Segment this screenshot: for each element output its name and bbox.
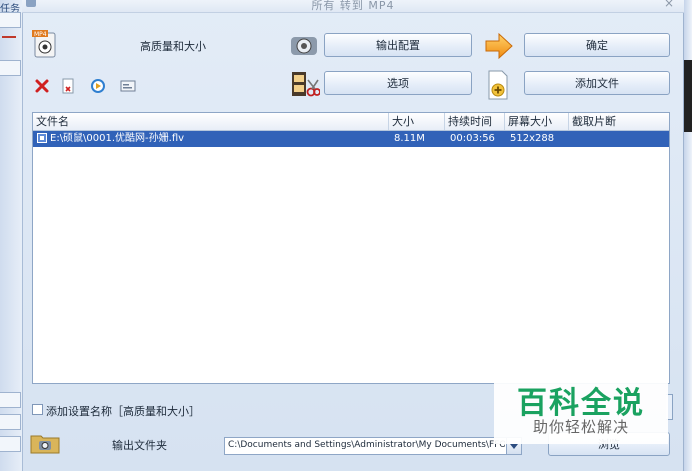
output-folder-label: 输出文件夹 [112,439,167,452]
background-tab[interactable] [0,436,21,452]
add-setting-name-checkbox[interactable] [32,404,43,415]
window-title: 所有 转到 MP4 [311,0,395,12]
row-file-icon [37,133,47,143]
watermark: 百科全说 助你轻松解决 [494,370,668,444]
add-setting-name-label: 添加设置名称［高质量和大小］ [46,405,200,418]
background-tab[interactable] [0,60,21,76]
svg-text:MP4: MP4 [34,31,47,38]
arrow-right-icon [485,32,513,60]
options-button[interactable]: 选项 [324,71,472,95]
cell-size: 8.11M [394,133,425,144]
background-divider [2,36,16,38]
table-header: 文件名 大小 持续时间 屏幕大小 截取片断 [33,113,669,131]
background-tab[interactable] [0,12,21,28]
background-tab[interactable] [0,414,21,430]
ok-button[interactable]: 确定 [524,33,670,57]
add-file-icon [488,70,508,100]
watermark-subtitle: 助你轻松解决 [532,418,629,436]
cell-screen-size: 512x288 [510,133,555,144]
column-header-screen-size[interactable]: 屏幕大小 [505,113,569,130]
output-config-icon [291,37,317,55]
cell-duration: 00:03:56 [450,133,495,144]
media-info-icon[interactable] [120,78,136,94]
film-scissors-icon [292,72,320,97]
remove-file-icon[interactable] [60,78,76,94]
close-button[interactable]: × [664,0,674,10]
column-header-duration[interactable]: 持续时间 [445,113,505,130]
column-header-clip[interactable]: 截取片断 [569,113,669,130]
background-tab[interactable] [0,392,21,408]
column-header-size[interactable]: 大小 [389,113,445,130]
title-bar: 所有 转到 MP4 × [22,0,684,13]
cell-filename: E:\硕鼠\0001.优酷网-孙姗.flv [50,133,185,144]
background-app-strip: 任务 [0,0,23,471]
output-path-value: C:\Documents and Settings\Administrator\… [228,440,505,450]
table-row[interactable]: E:\硕鼠\0001.优酷网-孙姗.flv 8.11M 00:03:56 512… [33,131,669,147]
column-header-filename[interactable]: 文件名 [33,113,389,130]
add-file-button[interactable]: 添加文件 [524,71,670,95]
mp4-profile-icon[interactable]: MP4 [32,30,58,58]
output-config-button[interactable]: 输出配置 [324,33,472,57]
play-preview-icon[interactable] [90,78,106,94]
background-app-right [683,0,692,471]
cell-clip [571,131,669,147]
delete-icon[interactable] [34,78,50,94]
file-list-table[interactable]: 文件名 大小 持续时间 屏幕大小 截取片断 E:\硕鼠\0001.优酷网-孙姗.… [32,112,670,384]
profile-label: 高质量和大小 [140,40,206,53]
output-path-select[interactable]: C:\Documents and Settings\Administrator\… [224,437,522,455]
main-window: 任务 所有 转到 MP4 × MP4 高质量和大小 输出配置 确定 选项 添加文… [0,0,692,471]
output-folder-icon[interactable] [30,432,60,454]
